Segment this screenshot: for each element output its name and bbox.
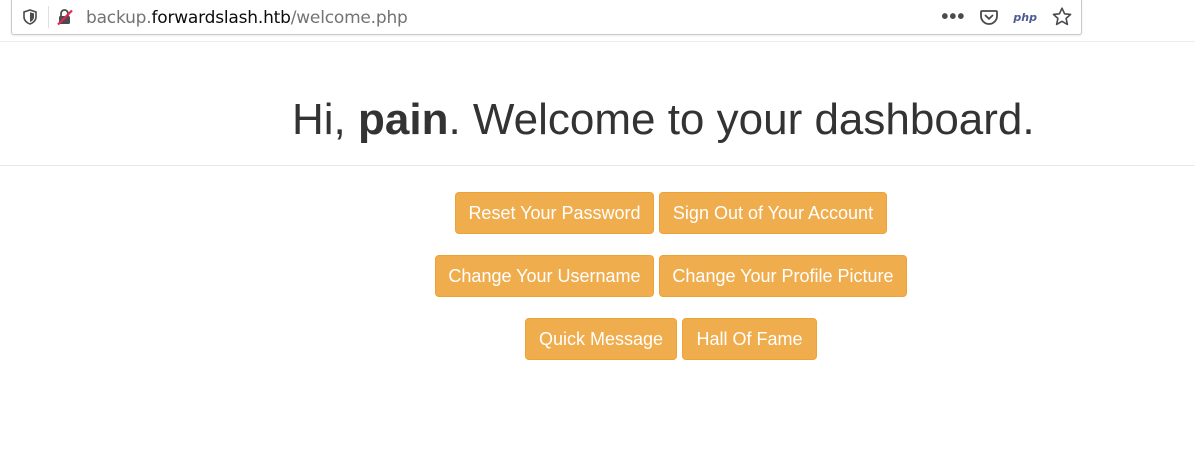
url-text[interactable]: backup.forwardslash.htb/welcome.php <box>86 8 408 28</box>
url-actions: ••• php <box>941 6 1073 28</box>
hall-of-fame-button[interactable]: Hall Of Fame <box>682 318 817 360</box>
change-username-button[interactable]: Change Your Username <box>435 255 654 297</box>
change-profile-picture-button[interactable]: Change Your Profile Picture <box>659 255 907 297</box>
greeting-text: Hi, <box>292 95 358 144</box>
address-bar-separator <box>48 6 49 28</box>
quick-message-button[interactable]: Quick Message <box>525 318 677 360</box>
insecure-connection-lock-icon[interactable] <box>56 8 74 26</box>
greeting-rest-text: . Welcome to your dashboard. <box>448 95 1035 144</box>
reset-password-button[interactable]: Reset Your Password <box>455 192 654 234</box>
php-extension-icon[interactable]: php <box>1013 11 1037 24</box>
pocket-icon[interactable] <box>979 7 999 27</box>
url-path: /welcome.php <box>290 8 408 28</box>
browser-toolbar: backup.forwardslash.htb/welcome.php ••• … <box>0 0 1195 42</box>
sign-out-button[interactable]: Sign Out of Your Account <box>659 192 887 234</box>
address-bar[interactable]: backup.forwardslash.htb/welcome.php ••• … <box>11 0 1082 35</box>
welcome-heading: Hi, pain. Welcome to your dashboard. <box>292 94 1035 146</box>
tracking-protection-shield-icon[interactable] <box>22 9 38 25</box>
url-host: forwardslash.htb <box>151 8 291 28</box>
bookmark-star-icon[interactable] <box>1051 6 1073 28</box>
page-header: Hi, pain. Welcome to your dashboard. <box>0 42 1195 166</box>
url-prefix: backup. <box>86 8 152 28</box>
username: pain <box>358 95 449 144</box>
page-actions-menu-icon[interactable]: ••• <box>941 7 965 27</box>
